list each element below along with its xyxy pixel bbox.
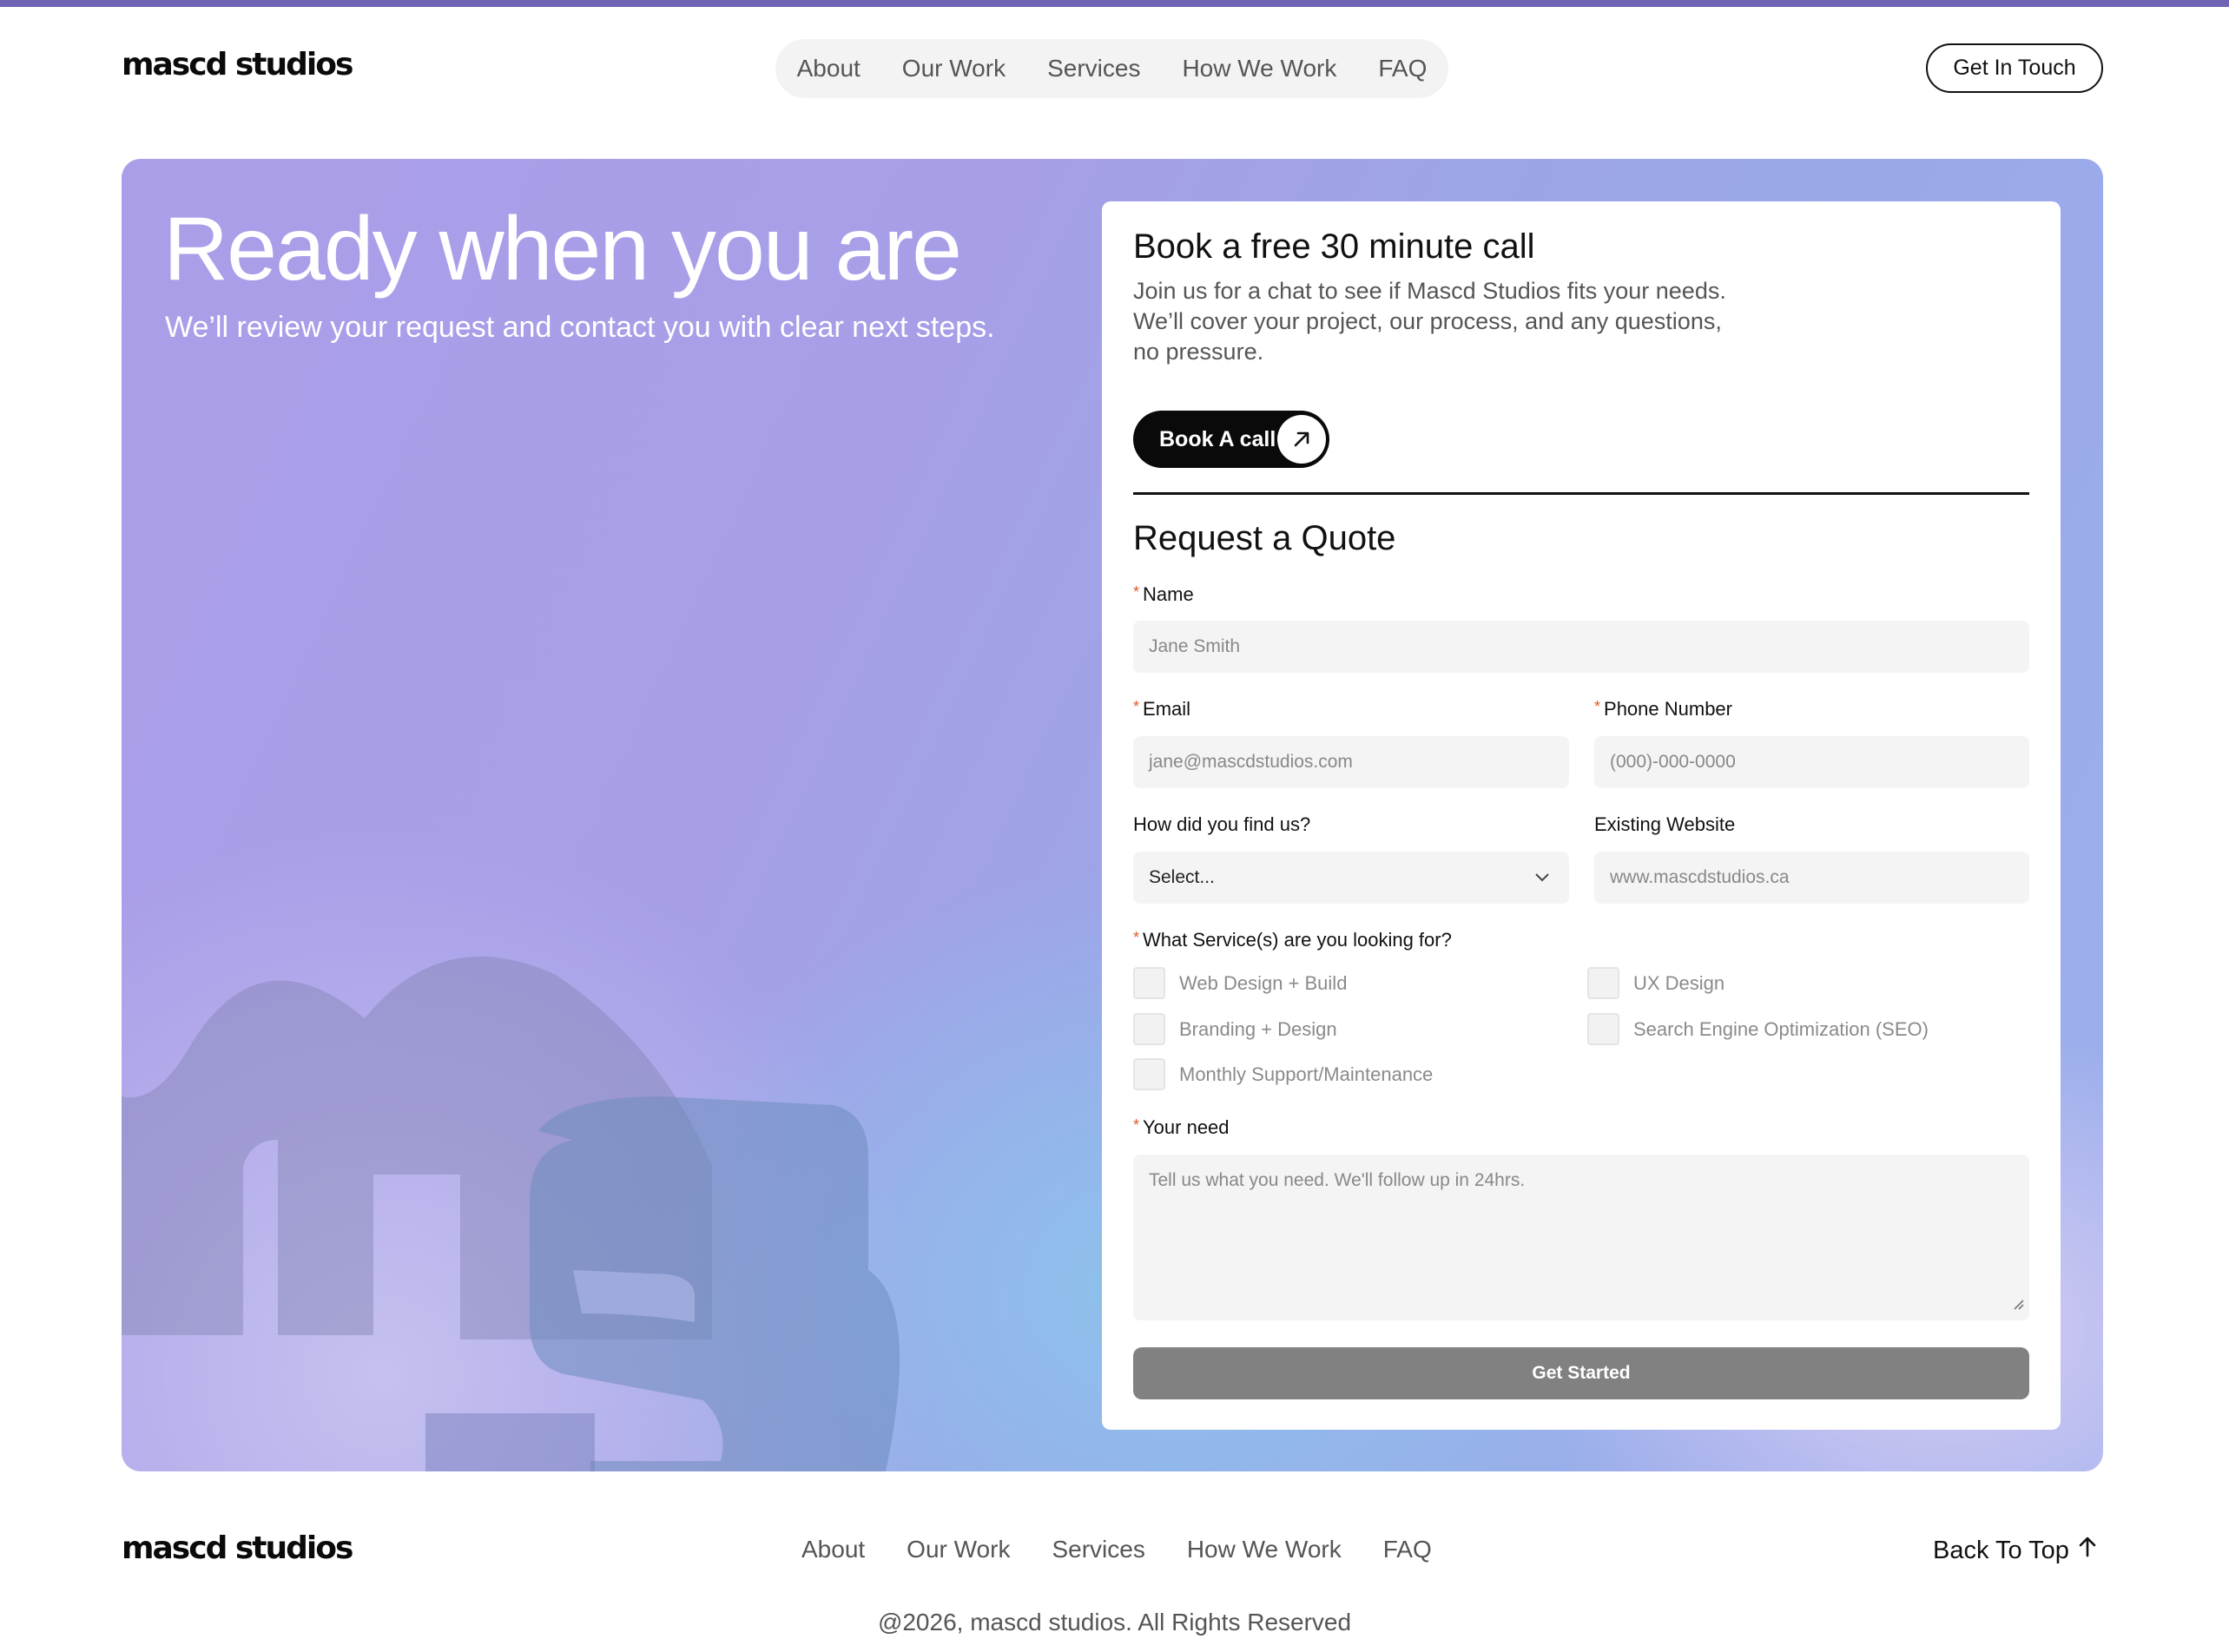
copyright-text: @2026, mascd studios. All Rights Reserve… [877, 1609, 1352, 1636]
section-divider [1133, 492, 2029, 495]
call-title: Book a free 30 minute call [1133, 227, 1535, 266]
service-option-seo[interactable]: Search Engine Optimization (SEO) [1587, 1013, 1929, 1045]
get-in-touch-button[interactable]: Get In Touch [1926, 43, 2103, 93]
hero-subtitle: We’ll review your request and contact yo… [165, 311, 995, 344]
back-to-top-link[interactable]: Back To Top [1933, 1536, 2099, 1565]
required-mark: * [1594, 698, 1601, 715]
phone-label: * Phone Number [1594, 698, 1732, 720]
website-input[interactable]: www.mascdstudios.ca [1594, 852, 2029, 904]
name-label: * Name [1133, 583, 1194, 605]
resize-handle-icon[interactable] [2012, 1294, 2024, 1315]
footer-nav-faq[interactable]: FAQ [1383, 1536, 1432, 1563]
footer-nav: About Our Work Services How We Work FAQ [801, 1536, 1432, 1563]
service-checkbox[interactable] [1587, 1013, 1619, 1045]
footer-logo[interactable]: mascd studios [122, 1530, 353, 1566]
header-logo[interactable]: mascd studios [122, 47, 353, 82]
service-option-branding[interactable]: Branding + Design [1133, 1013, 1337, 1045]
service-option-ux-design[interactable]: UX Design [1587, 967, 1725, 999]
services-label: * What Service(s) are you looking for? [1133, 929, 1452, 951]
website-label: Existing Website [1594, 813, 1736, 835]
nav-about[interactable]: About [797, 55, 861, 82]
nav-faq[interactable]: FAQ [1378, 55, 1427, 82]
need-textarea[interactable]: Tell us what you need. We'll follow up i… [1133, 1155, 2029, 1320]
service-checkbox[interactable] [1587, 967, 1619, 999]
footer-nav-our-work[interactable]: Our Work [907, 1536, 1010, 1563]
contact-hero: Ready when you are We’ll review your req… [122, 159, 2103, 1471]
footer-nav-about[interactable]: About [801, 1536, 865, 1563]
email-input[interactable]: jane@mascdstudios.com [1133, 736, 1569, 788]
arrow-up-icon [2076, 1536, 2099, 1565]
book-call-label: Book A call [1159, 426, 1276, 451]
find-us-select[interactable]: Select... [1133, 852, 1569, 904]
find-us-label: How did you find us? [1133, 813, 1311, 835]
nav-how-we-work[interactable]: How We Work [1182, 55, 1336, 82]
get-started-button[interactable]: Get Started [1133, 1347, 2029, 1399]
required-mark: * [1133, 929, 1140, 946]
nav-our-work[interactable]: Our Work [902, 55, 1006, 82]
arrow-up-right-icon [1277, 415, 1326, 464]
required-mark: * [1133, 698, 1140, 715]
nav-services[interactable]: Services [1047, 55, 1140, 82]
footer-nav-how-we-work[interactable]: How We Work [1187, 1536, 1342, 1563]
back-to-top-label: Back To Top [1933, 1536, 2069, 1564]
footer-nav-services[interactable]: Services [1052, 1536, 1144, 1563]
required-mark: * [1133, 1116, 1140, 1134]
phone-input[interactable]: (000)-000-0000 [1594, 736, 2029, 788]
chevron-down-icon [1534, 867, 1550, 888]
hero-title: Ready when you are [163, 199, 962, 299]
quote-card: Book a free 30 minute call Join us for a… [1102, 201, 2061, 1430]
need-label: * Your need [1133, 1116, 1230, 1138]
ms-logo-mark-icon [122, 956, 900, 1471]
service-checkbox[interactable] [1133, 1013, 1165, 1045]
required-mark: * [1133, 583, 1140, 601]
book-call-button[interactable]: Book A call [1133, 411, 1329, 468]
quote-title: Request a Quote [1133, 519, 1396, 557]
service-option-support[interactable]: Monthly Support/Maintenance [1133, 1058, 1433, 1090]
top-accent-bar [0, 0, 2229, 7]
email-label: * Email [1133, 698, 1191, 720]
name-input[interactable]: Jane Smith [1133, 621, 2029, 673]
service-checkbox[interactable] [1133, 1058, 1165, 1090]
header-nav: About Our Work Services How We Work FAQ [775, 39, 1448, 98]
need-placeholder: Tell us what you need. We'll follow up i… [1149, 1170, 1526, 1190]
service-option-web-design[interactable]: Web Design + Build [1133, 967, 1347, 999]
service-checkbox[interactable] [1133, 967, 1165, 999]
find-us-value: Select... [1149, 867, 1215, 887]
call-description: Join us for a chat to see if Mascd Studi… [1133, 278, 1726, 365]
